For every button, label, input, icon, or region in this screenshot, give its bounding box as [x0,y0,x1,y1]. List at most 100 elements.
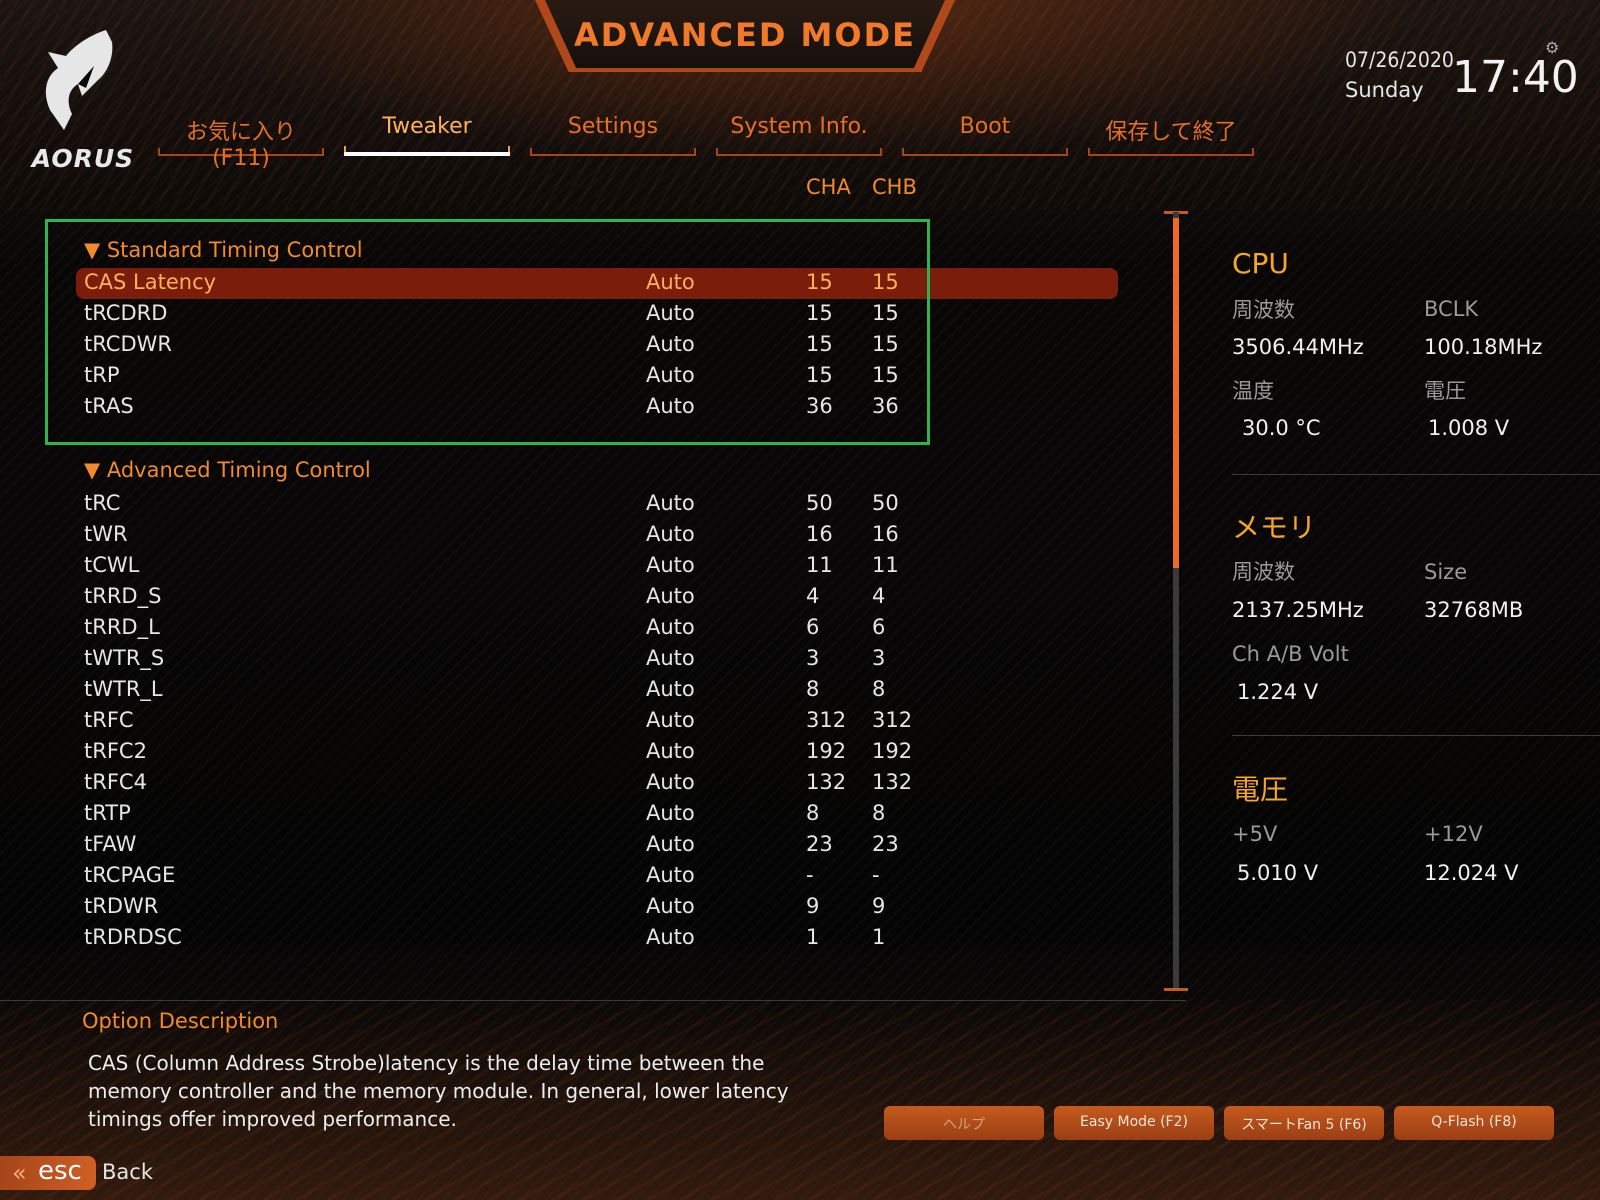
memory-size-value: 32768MB [1424,598,1524,622]
voltage-5v-value: 5.010 V [1237,861,1319,885]
back-label[interactable]: Back [102,1160,153,1184]
row-chb-value: 312 [872,708,913,732]
table-row[interactable]: tRFC4 Auto 132 132 [76,768,1118,799]
table-row[interactable]: tWTR_S Auto 3 3 [76,644,1118,675]
table-row[interactable]: tWTR_L Auto 8 8 [76,675,1118,706]
row-name: tFAW [84,832,137,856]
row-chb-value: 16 [872,522,899,546]
row-chb-value: 192 [872,739,913,763]
table-row[interactable]: tRTP Auto 8 8 [76,799,1118,830]
cpu-temperature-value: 30.0 °C [1242,416,1321,440]
row-mode: Auto [646,801,695,825]
highlight-box [45,219,930,445]
row-name: tRRD_L [84,615,160,639]
table-row[interactable]: tRDWR Auto 9 9 [76,892,1118,923]
table-row[interactable]: tRRD_S Auto 4 4 [76,582,1118,613]
memory-size-label: Size [1424,560,1468,584]
tab-settings[interactable]: Settings [530,110,696,156]
tab-system-info[interactable]: System Info. [716,110,882,156]
advanced-timing-title[interactable]: ▼ Advanced Timing Control [84,458,371,482]
row-chb-value: 6 [872,615,886,639]
row-mode: Auto [646,894,695,918]
row-chb-value: - [872,863,880,887]
row-cha-value: 16 [806,522,833,546]
row-name: tWTR_L [84,677,163,701]
falcon-icon [45,30,113,130]
row-name: tWR [84,522,128,546]
row-mode: Auto [646,615,695,639]
row-name: tRRD_S [84,584,162,608]
option-description-title: Option Description [82,1009,279,1033]
tab-favorites[interactable]: お気に入り (F11) [158,110,324,171]
row-cha-value: 6 [806,615,820,639]
cpu-voltage-label: 電圧 [1424,379,1466,403]
row-cha-value: 4 [806,584,820,608]
row-mode: Auto [646,677,695,701]
row-chb-value: 8 [872,677,886,701]
smart-fan-button[interactable]: スマートFan 5 (F6) [1224,1106,1384,1140]
cpu-temperature-label: 温度 [1232,379,1274,403]
row-mode: Auto [646,925,695,949]
row-name: tRFC2 [84,739,147,763]
row-chb-value: 132 [872,770,913,794]
table-row[interactable]: tRFC2 Auto 192 192 [76,737,1118,768]
table-row[interactable]: tRDRDSC Auto 1 1 [76,923,1118,954]
tab-save-exit[interactable]: 保存して終了 [1088,110,1254,156]
cpu-section-title: CPU [1232,247,1289,280]
row-name: tRCPAGE [84,863,176,887]
row-mode: Auto [646,584,695,608]
row-name: tRTP [84,801,131,825]
row-cha-value: 3 [806,646,820,670]
q-flash-button[interactable]: Q-Flash (F8) [1394,1106,1554,1140]
double-chevron-left-icon: « [12,1159,27,1187]
gear-icon[interactable]: ⚙ [1545,38,1559,57]
panel-divider [1232,474,1600,475]
table-row[interactable]: tWR Auto 16 16 [76,520,1118,551]
easy-mode-button[interactable]: Easy Mode (F2) [1054,1106,1214,1140]
row-chb-value: 4 [872,584,886,608]
row-name: tCWL [84,553,140,577]
table-row[interactable]: tRCPAGE Auto - - [76,861,1118,892]
voltage-section-title: 電圧 [1232,773,1289,806]
row-mode: Auto [646,832,695,856]
row-name: tRFC [84,708,134,732]
logo-text: AORUS [31,144,135,173]
row-mode: Auto [646,646,695,670]
row-mode: Auto [646,522,695,546]
tab-boot[interactable]: Boot [902,110,1068,156]
cpu-frequency-value: 3506.44MHz [1232,335,1364,359]
row-name: tRFC4 [84,770,147,794]
description-divider [0,1000,1186,1001]
table-row[interactable]: tRRD_L Auto 6 6 [76,613,1118,644]
day-readout: Sunday [1345,78,1424,102]
row-chb-value: 9 [872,894,886,918]
help-button[interactable]: ヘルプ [884,1106,1044,1140]
table-row[interactable]: tFAW Auto 23 23 [76,830,1118,861]
cpu-bclk-label: BCLK [1424,297,1479,321]
scrollbar-cap-bottom [1164,988,1188,991]
voltage-12v-label: +12V [1424,822,1483,846]
memory-section-title: メモリ [1232,511,1317,544]
row-chb-value: 23 [872,832,899,856]
table-row[interactable]: tRC Auto 50 50 [76,489,1118,520]
row-cha-value: 8 [806,677,820,701]
table-row[interactable]: tRFC Auto 312 312 [76,706,1118,737]
row-name: tWTR_S [84,646,165,670]
row-mode: Auto [646,553,695,577]
row-cha-value: - [806,863,814,887]
row-chb-value: 3 [872,646,886,670]
table-row[interactable]: tCWL Auto 11 11 [76,551,1118,582]
voltage-12v-value: 12.024 V [1424,861,1519,885]
column-header-chb: CHB [872,175,917,199]
row-chb-value: 11 [872,553,899,577]
time-readout[interactable]: 17:40 [1452,52,1579,103]
row-chb-value: 1 [872,925,886,949]
memory-frequency-label: 周波数 [1232,560,1295,584]
page-title: ADVANCED MODE [574,16,916,54]
row-cha-value: 11 [806,553,833,577]
tab-tweaker[interactable]: Tweaker [344,110,510,156]
row-mode: Auto [646,491,695,515]
scrollbar-thumb[interactable] [1173,218,1179,568]
memory-voltage-value: 1.224 V [1237,680,1319,704]
row-cha-value: 9 [806,894,820,918]
